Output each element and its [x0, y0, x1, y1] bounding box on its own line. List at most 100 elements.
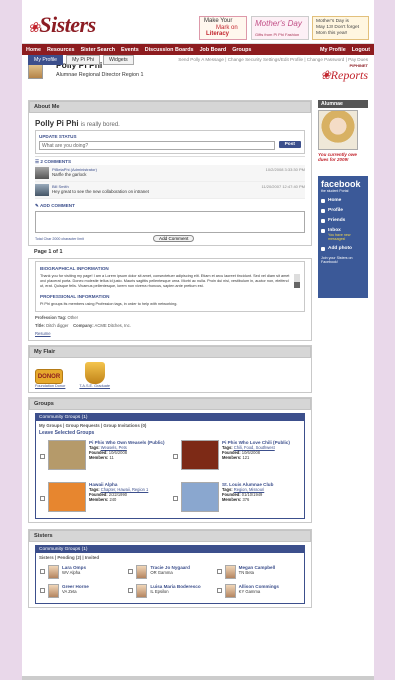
sister-checkbox[interactable]: [40, 569, 45, 575]
ad-text: Mom this year!: [316, 31, 348, 36]
profile-action-links[interactable]: Send Polly A Message | Change Security S…: [178, 57, 368, 62]
group-card: St. Louis Alumnae Club Tags: Region, Miss…: [173, 482, 300, 513]
fb-profile[interactable]: Profile: [321, 208, 365, 213]
post-button[interactable]: Post: [278, 141, 301, 148]
fb-new-messages[interactable]: You have new messages!: [328, 233, 365, 241]
badge-caption: Foundation Donor: [35, 384, 66, 389]
sister-card: Greer Horne VA Zeta: [40, 584, 123, 599]
inbox-icon: [321, 229, 325, 233]
sisters-heading: Sisters: [29, 530, 311, 543]
nav-events[interactable]: Events: [121, 47, 139, 53]
groups-grid: Pi Phis Who Own Weasels (Public) Tags: We…: [36, 436, 304, 518]
tab-my-profile[interactable]: My Profile: [28, 55, 64, 65]
sisters-subtabs[interactable]: Sisters | Pending (2) | Invited: [36, 553, 304, 562]
group-image[interactable]: [48, 440, 86, 471]
tab-widgets[interactable]: Widgets: [102, 55, 134, 65]
comment-item: PiBetaPhi (Administrator) 10/2/2008 3:33:…: [35, 165, 305, 182]
groups-box-title: Community Groups (1): [36, 414, 304, 422]
group-members: Members: 240: [89, 497, 117, 503]
comment-item: Bill Smith 11/20/2007 12:47:40 PM Hey gre…: [35, 182, 305, 199]
mothers-day-reminder-ad[interactable]: Mother's Day is May 13! Don't forget Mom…: [312, 16, 369, 40]
sister-chapter: WV Alpha: [62, 570, 81, 576]
add-comment-label: ✎ ADD COMMENT: [35, 203, 75, 208]
job-title: Title: Ditch digger Company: ACME Ditche…: [35, 323, 131, 329]
comments-list: ☰ 2 COMMENTS PiBetaPhi (Administrator) 10…: [35, 156, 305, 201]
sister-photo[interactable]: [224, 565, 236, 580]
sister-checkbox[interactable]: [216, 588, 222, 594]
foundation-donor-badge[interactable]: DONOR Foundation Donor: [35, 369, 65, 388]
about-me-heading: About Me: [29, 101, 311, 113]
flair-section: My Flair DONOR Foundation Donor T.A.S.E.…: [28, 345, 312, 394]
fb-join-text[interactable]: Join your Sisters on Facebook!: [321, 256, 365, 264]
group-checkbox[interactable]: [173, 496, 178, 502]
nav-resources[interactable]: Resources: [47, 47, 75, 53]
facebook-subtitle: the student Portal: [321, 189, 349, 193]
sister-card: Allison Commings KY Gamma: [216, 584, 300, 599]
nav-job-board[interactable]: Job Board: [200, 47, 227, 53]
sister-photo[interactable]: [224, 584, 236, 599]
char-limit: Total Char 2000 character limit: [35, 236, 84, 241]
sister-photo[interactable]: [48, 584, 59, 599]
sisters-grid: Lara Omps WV Alpha Tracie Jo Nygaard OR Gam…: [36, 562, 304, 603]
facebook-widget: facebook the student Portal Home Profile…: [318, 176, 368, 298]
sister-checkbox[interactable]: [40, 588, 45, 594]
tase-graduate-badge[interactable]: T.A.S.E. Graduate: [79, 362, 110, 388]
sister-card: Lara Omps WV Alpha: [40, 565, 123, 580]
nav-home[interactable]: Home: [26, 47, 41, 53]
group-checkbox[interactable]: [173, 454, 178, 460]
nav-my-profile[interactable]: My Profile: [320, 47, 346, 53]
sister-chapter: OR Gamma: [150, 570, 173, 576]
sister-photo[interactable]: [136, 584, 148, 599]
left-background: [0, 0, 22, 680]
commenter-avatar: [35, 167, 49, 179]
group-image[interactable]: [181, 482, 219, 513]
sister-checkbox[interactable]: [128, 569, 134, 575]
group-card: Pi Phis Who Own Weasels (Public) Tags: We…: [40, 440, 167, 471]
sister-photo[interactable]: [48, 565, 59, 580]
resume-link[interactable]: Resume: [35, 331, 305, 336]
alumnae-heading: Alumnae: [318, 100, 368, 108]
nav-groups[interactable]: Groups: [232, 47, 251, 53]
groups-subtabs[interactable]: My Groups | Group Requests | Group Invit…: [36, 421, 304, 430]
fb-add-photo[interactable]: Add photo: [321, 246, 365, 251]
group-card: Pi Phis Who Love Chili (Public) Tags: Chi…: [173, 440, 300, 471]
status-input[interactable]: What are you doing?: [39, 141, 275, 150]
dues-notice[interactable]: You currently owe dues for 2009!: [318, 152, 368, 162]
bio-scrollbar[interactable]: [294, 274, 300, 289]
nav-logout[interactable]: Logout: [352, 47, 370, 53]
sister-checkbox[interactable]: [216, 569, 222, 575]
header: ❀Sisters Make Your Mark on Literacy Moth…: [22, 0, 374, 44]
comment-textarea[interactable]: [35, 211, 305, 233]
fb-friends[interactable]: Friends: [321, 218, 365, 223]
update-status-box: UPDATE STATUS What are you doing? Post: [35, 130, 305, 154]
group-checkbox[interactable]: [40, 496, 45, 502]
group-image[interactable]: [181, 440, 219, 471]
commenter-avatar: [35, 184, 49, 196]
group-image[interactable]: [48, 482, 86, 513]
nav-sister-search[interactable]: Sister Search: [81, 47, 115, 53]
sister-photo[interactable]: [136, 565, 148, 580]
ad-text: Literacy: [206, 31, 230, 37]
group-card: Hawaii Alpha Tags: Chapter, Hawaii, Regio…: [40, 482, 167, 513]
sisters-logo[interactable]: ❀Sisters: [28, 12, 96, 38]
group-checkbox[interactable]: [40, 454, 45, 460]
profile-tabs: My Profile My Pi Phi Widgets: [28, 55, 134, 65]
main-nav: Home Resources Sister Search Events Disc…: [22, 44, 374, 55]
alumnae-photo: [318, 110, 358, 150]
sister-card: Megan Campbell TN Beta: [216, 565, 300, 580]
nav-discussion-boards[interactable]: Discussion Boards: [145, 47, 194, 53]
sister-checkbox[interactable]: [128, 588, 134, 594]
mothers-day-gifts-ad[interactable]: Mother's Day Gifts from Pi Phi Fashion: [251, 16, 309, 40]
fb-home[interactable]: Home: [321, 198, 365, 203]
profile-icon: [321, 209, 325, 213]
profession-tag: Profession Tag: Other: [35, 315, 78, 321]
comment-time: 10/2/2008 3:33:30 PM: [265, 167, 305, 172]
tab-my-pi-phi[interactable]: My Pi Phi: [66, 55, 100, 65]
professional-label: PROFESSIONAL INFORMATION: [40, 294, 110, 300]
sisters-section: Sisters Community Groups (1) Sisters | P…: [28, 529, 312, 609]
profile-role: Alumnae Regional Director Region 1: [56, 72, 144, 78]
friends-icon: [321, 219, 325, 223]
bio-text: Thank you for visiting my page! I am a L…: [40, 274, 290, 288]
literacy-ad[interactable]: Make Your Mark on Literacy: [199, 16, 247, 40]
add-comment-button[interactable]: Add Comment: [153, 235, 195, 242]
